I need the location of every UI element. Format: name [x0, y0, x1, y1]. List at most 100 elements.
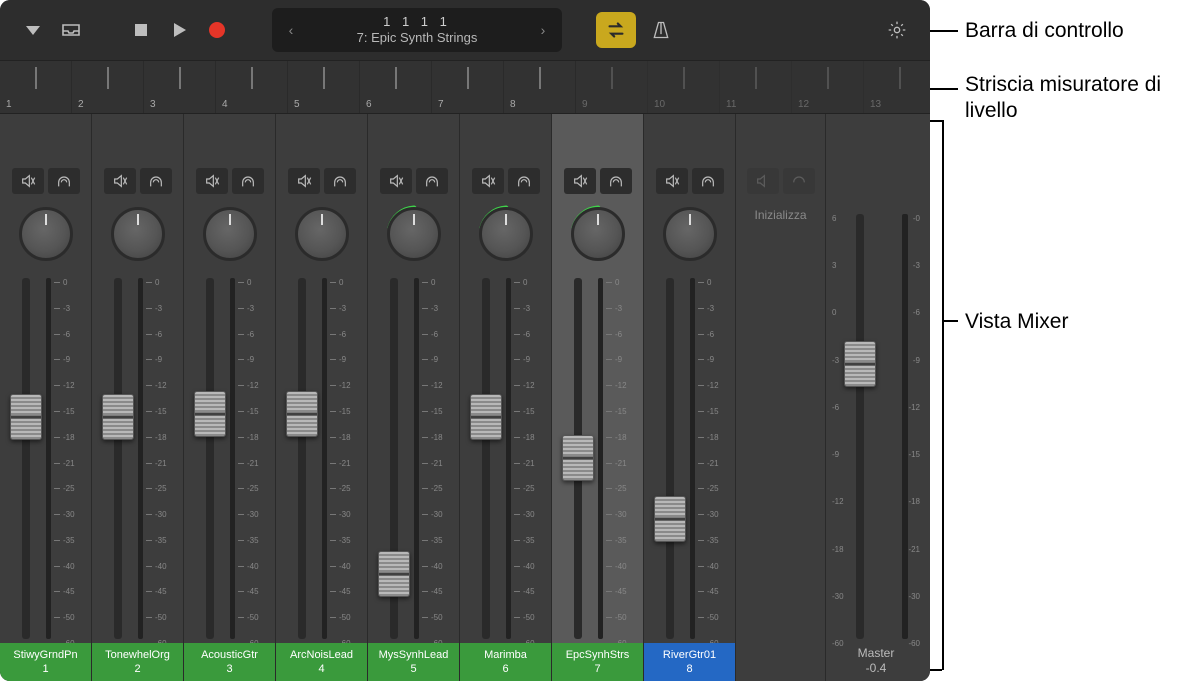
- fader-track[interactable]: [666, 278, 674, 639]
- channel-label[interactable]: TonewhelOrg2: [92, 643, 183, 681]
- mute-button[interactable]: [656, 168, 688, 194]
- meter-strip-cell[interactable]: 10: [648, 61, 720, 113]
- lcd-position: 1 1 1 1: [306, 14, 528, 30]
- meter-strip-cell[interactable]: 6: [360, 61, 432, 113]
- channel-strip: 0-3-6-9-12-15-18-21-25-30-35-40-45-50-60…: [276, 114, 368, 681]
- fader-track[interactable]: [206, 278, 214, 639]
- master-label: Master-0.4: [826, 646, 926, 677]
- menu-dropdown-icon[interactable]: [18, 15, 48, 45]
- pan-knob[interactable]: [476, 204, 536, 264]
- solo-button[interactable]: [692, 168, 724, 194]
- fader-track[interactable]: [298, 278, 306, 639]
- callout-bracket: [942, 120, 944, 670]
- lcd-track-name: 7: Epic Synth Strings: [306, 30, 528, 46]
- lcd-prev-icon[interactable]: ‹: [282, 22, 300, 38]
- meter-strip-cell[interactable]: 12: [792, 61, 864, 113]
- master-channel: 630-3-6-9-12-18-30-60 -0-3-6-9-12-15-18-…: [826, 114, 926, 681]
- pan-knob[interactable]: [108, 204, 168, 264]
- solo-button[interactable]: [232, 168, 264, 194]
- meter-strip-cell[interactable]: 11: [720, 61, 792, 113]
- level-meter-strip[interactable]: 12345678910111213: [0, 60, 930, 114]
- channel-strip: 0-3-6-9-12-15-18-21-25-30-35-40-45-50-60…: [184, 114, 276, 681]
- fader-handle[interactable]: [194, 391, 226, 437]
- pan-knob[interactable]: [568, 204, 628, 264]
- mute-button[interactable]: [380, 168, 412, 194]
- cycle-button[interactable]: [596, 12, 636, 48]
- fader-handle[interactable]: [470, 394, 502, 440]
- fader-track[interactable]: [114, 278, 122, 639]
- callout-line: [930, 669, 942, 671]
- metronome-icon[interactable]: [646, 15, 676, 45]
- pan-knob[interactable]: [16, 204, 76, 264]
- inbox-icon[interactable]: [56, 15, 86, 45]
- meter-strip-cell[interactable]: 5: [288, 61, 360, 113]
- mute-button[interactable]: [472, 168, 504, 194]
- solo-button[interactable]: [600, 168, 632, 194]
- pan-knob[interactable]: [292, 204, 352, 264]
- solo-button[interactable]: [416, 168, 448, 194]
- fader-handle[interactable]: [562, 435, 594, 481]
- channel-label[interactable]: MysSynhLead5: [368, 643, 459, 681]
- channel-label[interactable]: ArcNoisLead4: [276, 643, 367, 681]
- pan-knob[interactable]: [660, 204, 720, 264]
- channel-label[interactable]: StiwyGrndPn1: [0, 643, 91, 681]
- fader-track[interactable]: [482, 278, 490, 639]
- level-meter: [414, 278, 419, 639]
- callout-meter-strip: Striscia misuratore di livello: [965, 72, 1192, 125]
- meter-strip-cell[interactable]: 7: [432, 61, 504, 113]
- mute-button[interactable]: [196, 168, 228, 194]
- channel-label[interactable]: AcousticGtr3: [184, 643, 275, 681]
- channel-strip: 0-3-6-9-12-15-18-21-25-30-35-40-45-50-60…: [92, 114, 184, 681]
- solo-button[interactable]: [508, 168, 540, 194]
- fader-handle[interactable]: [654, 496, 686, 542]
- channel-label[interactable]: EpcSynhStrs7: [552, 643, 643, 681]
- record-button[interactable]: [202, 15, 232, 45]
- level-meter: [46, 278, 51, 639]
- channel-strip: 0-3-6-9-12-15-18-21-25-30-35-40-45-50-60…: [0, 114, 92, 681]
- fader-track[interactable]: [22, 278, 30, 639]
- pan-knob[interactable]: [384, 204, 444, 264]
- channel-strip: 0-3-6-9-12-15-18-21-25-30-35-40-45-50-60…: [460, 114, 552, 681]
- fader-handle[interactable]: [102, 394, 134, 440]
- control-bar: ‹ 1 1 1 1 7: Epic Synth Strings ›: [0, 0, 930, 60]
- pan-knob[interactable]: [200, 204, 260, 264]
- callout-line: [942, 320, 958, 322]
- solo-button[interactable]: [324, 168, 356, 194]
- solo-button[interactable]: [48, 168, 80, 194]
- meter-strip-cell[interactable]: 3: [144, 61, 216, 113]
- mute-button[interactable]: [564, 168, 596, 194]
- callout-mixer: Vista Mixer: [965, 309, 1068, 335]
- level-meter: [322, 278, 327, 639]
- level-meter: [138, 278, 143, 639]
- meter-strip-cell[interactable]: 13: [864, 61, 930, 113]
- channel-label[interactable]: RiverGtr018: [644, 643, 735, 681]
- level-meter: [598, 278, 603, 639]
- mute-button[interactable]: [104, 168, 136, 194]
- fader-handle[interactable]: [378, 551, 410, 597]
- solo-button[interactable]: [140, 168, 172, 194]
- mute-button[interactable]: [288, 168, 320, 194]
- mixer-view: 0-3-6-9-12-15-18-21-25-30-35-40-45-50-60…: [0, 114, 930, 681]
- meter-strip-cell[interactable]: 4: [216, 61, 288, 113]
- meter-strip-cell[interactable]: 2: [72, 61, 144, 113]
- fader-handle[interactable]: [10, 394, 42, 440]
- fader-handle[interactable]: [286, 391, 318, 437]
- stop-button[interactable]: [126, 15, 156, 45]
- init-label[interactable]: Inizializza: [754, 208, 806, 222]
- play-button[interactable]: [164, 15, 194, 45]
- settings-gear-icon[interactable]: [882, 15, 912, 45]
- mute-button[interactable]: [12, 168, 44, 194]
- master-fader-track[interactable]: [856, 214, 864, 639]
- meter-strip-cell[interactable]: 9: [576, 61, 648, 113]
- callout-line: [930, 120, 942, 122]
- meter-strip-cell[interactable]: 1: [0, 61, 72, 113]
- callout-line: [930, 88, 958, 90]
- channel-strip: 0-3-6-9-12-15-18-21-25-30-35-40-45-50-60…: [644, 114, 736, 681]
- meter-strip-cell[interactable]: 8: [504, 61, 576, 113]
- channel-label[interactable]: Marimba6: [460, 643, 551, 681]
- master-fader-handle[interactable]: [844, 341, 876, 387]
- channel-strip: 0-3-6-9-12-15-18-21-25-30-35-40-45-50-60…: [552, 114, 644, 681]
- init-channel: Inizializza: [736, 114, 826, 681]
- lcd-next-icon[interactable]: ›: [534, 22, 552, 38]
- level-meter: [230, 278, 235, 639]
